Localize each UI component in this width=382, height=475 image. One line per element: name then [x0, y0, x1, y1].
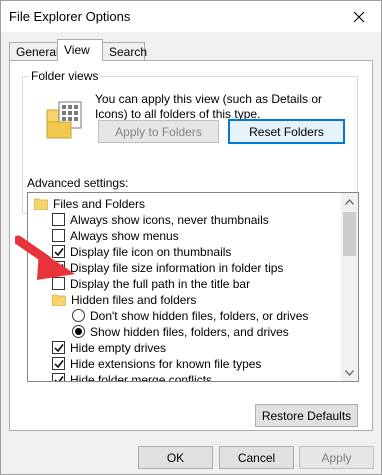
folder-icon	[34, 198, 48, 210]
tree-checkbox-always-show-icons[interactable]: Always show icons, never thumbnails	[52, 211, 269, 228]
tree-checkbox-hide-extensions[interactable]: Hide extensions for known file types	[52, 355, 261, 372]
scroll-thumb[interactable]	[343, 212, 356, 256]
reset-folders-button[interactable]: Reset Folders	[228, 119, 345, 144]
scroll-up-button[interactable]	[341, 193, 358, 210]
restore-defaults-button[interactable]: Restore Defaults	[255, 404, 358, 427]
scroll-down-button[interactable]	[341, 364, 358, 381]
tree-item-label: Files and Folders	[53, 196, 146, 211]
close-button[interactable]	[336, 1, 381, 32]
checkbox-checked[interactable]	[52, 357, 65, 370]
tree-checkbox-hide-folder-merge[interactable]: Hide folder merge conflicts	[52, 371, 213, 382]
folder-views-label: Folder views	[29, 69, 101, 83]
tree-checkbox-display-file-icon[interactable]: Display file icon on thumbnails	[52, 243, 231, 260]
folder-views-description: You can apply this view (such as Details…	[95, 92, 323, 121]
cancel-button[interactable]: Cancel	[219, 446, 294, 469]
close-icon	[353, 11, 364, 22]
tree-item-label: Always show icons, never thumbnails	[70, 212, 269, 227]
tree-radio-dont-show-hidden[interactable]: Don't show hidden files, folders, or dri…	[72, 307, 308, 324]
radio-button-selected[interactable]	[72, 325, 85, 338]
tab-view[interactable]: View	[57, 39, 103, 61]
chevron-up-icon	[345, 198, 354, 205]
checkbox-checked[interactable]	[52, 341, 65, 354]
checkmark-icon	[53, 359, 64, 368]
tree-item-label: Hide empty drives	[70, 340, 167, 355]
folder-views-icon	[46, 101, 82, 139]
tree-folder-hidden-files: Hidden files and folders	[52, 291, 196, 308]
tree-item-label: Hide folder merge conflicts	[70, 372, 213, 382]
folder-icon	[52, 294, 66, 306]
tree-radio-show-hidden[interactable]: Show hidden files, folders, and drives	[72, 323, 289, 340]
apply-button[interactable]: Apply	[299, 446, 374, 469]
checkmark-icon	[53, 343, 64, 352]
tab-search[interactable]: Search	[102, 42, 147, 61]
tree-item-label: Show hidden files, folders, and drives	[90, 324, 289, 339]
radio-dot	[75, 328, 82, 335]
apply-to-folders-button[interactable]: Apply to Folders	[98, 120, 219, 143]
tree-checkbox-display-file-size[interactable]: Display file size information in folder …	[52, 259, 283, 276]
tree-folder-files-and-folders: Files and Folders	[34, 195, 145, 212]
radio-button[interactable]	[72, 309, 85, 322]
red-arrow-annotation-icon	[15, 235, 75, 280]
vertical-scrollbar[interactable]	[341, 193, 358, 381]
ok-button[interactable]: OK	[138, 446, 213, 469]
tree-item-label: Display file icon on thumbnails	[70, 244, 232, 259]
tree-item-label: Don't show hidden files, folders, or dri…	[90, 308, 309, 323]
checkbox-checked[interactable]	[52, 373, 65, 381]
title-bar: File Explorer Options	[1, 1, 381, 32]
tree-item-label: Display the full path in the title bar	[70, 276, 251, 291]
chevron-down-icon	[345, 369, 354, 376]
tab-general[interactable]: General	[9, 42, 59, 61]
checkmark-icon	[53, 375, 64, 381]
advanced-settings-tree[interactable]: Files and Folders Always show icons, nev…	[27, 192, 359, 382]
advanced-settings-label: Advanced settings:	[27, 176, 129, 190]
checkbox[interactable]	[52, 213, 65, 226]
file-explorer-options-dialog: File Explorer Options General View Searc…	[0, 0, 382, 475]
tree-item-label: Always show menus	[70, 228, 179, 243]
tree-item-label: Display file size information in folder …	[70, 260, 284, 275]
tree-checkbox-hide-empty-drives[interactable]: Hide empty drives	[52, 339, 166, 356]
tree-checkbox-display-full-path[interactable]: Display the full path in the title bar	[52, 275, 250, 292]
tree-item-label: Hide extensions for known file types	[70, 356, 262, 371]
window-title: File Explorer Options	[9, 9, 131, 24]
tree-item-label: Hidden files and folders	[71, 292, 197, 307]
